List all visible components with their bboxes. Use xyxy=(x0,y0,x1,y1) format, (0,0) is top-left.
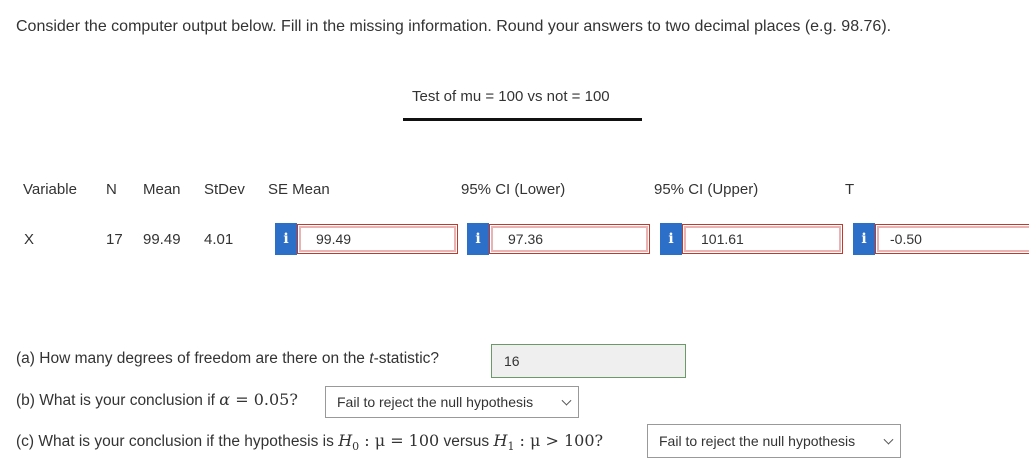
header-t: T xyxy=(845,181,855,198)
chevron-down-icon xyxy=(883,434,894,445)
header-mean: Mean xyxy=(143,181,181,198)
chevron-down-icon xyxy=(561,395,572,406)
info-icon[interactable]: i xyxy=(853,223,875,255)
answer-ci-upper: i 101.61 xyxy=(660,223,843,255)
header-n: N xyxy=(106,181,117,198)
cell-mean: 99.49 xyxy=(143,231,181,248)
info-icon[interactable]: i xyxy=(660,223,682,255)
t-input[interactable]: -0.50 xyxy=(875,224,1029,254)
answer-se-mean: i 99.49 xyxy=(275,223,458,255)
answer-ci-lower: i 97.36 xyxy=(467,223,650,255)
question-a-prefix: (a) How many degrees of freedom are ther… xyxy=(16,350,370,367)
se-mean-input[interactable]: 99.49 xyxy=(297,224,458,254)
question-b: (b) What is your conclusion if α = 0.05? xyxy=(16,390,298,410)
info-icon[interactable]: i xyxy=(467,223,489,255)
question-a-suffix: -statistic? xyxy=(373,350,440,367)
question-b-prefix: (b) What is your conclusion if xyxy=(16,392,220,409)
alpha-symbol: α xyxy=(219,390,231,409)
header-ci-lower: 95% CI (Lower) xyxy=(461,181,566,198)
ci-lower-input[interactable]: 97.36 xyxy=(489,224,650,254)
title-underline xyxy=(403,118,642,121)
question-c: (c) What is your conclusion if the hypot… xyxy=(16,431,603,453)
instructions: Consider the computer output below. Fill… xyxy=(16,18,892,35)
versus-text: versus xyxy=(439,433,494,450)
header-ci-upper: 95% CI (Upper) xyxy=(654,181,759,198)
header-variable: Variable xyxy=(23,181,77,198)
answer-t: i -0.50 xyxy=(853,223,1029,255)
conclusion-c-value: Fail to reject the null hypothesis xyxy=(659,433,856,449)
conclusion-b-value: Fail to reject the null hypothesis xyxy=(337,394,534,410)
cell-n: 17 xyxy=(106,231,123,248)
question-c-prefix: (c) What is your conclusion if the hypot… xyxy=(16,433,339,450)
conclusion-c-select[interactable]: Fail to reject the null hypothesis xyxy=(647,424,901,458)
info-icon[interactable]: i xyxy=(275,223,297,255)
ci-upper-input[interactable]: 101.61 xyxy=(682,224,843,254)
h1-statement: : μ > 100? xyxy=(514,431,604,450)
cell-stdev: 4.01 xyxy=(204,231,234,248)
df-input[interactable]: 16 xyxy=(491,344,686,378)
header-stdev: StDev xyxy=(204,181,245,198)
question-a: (a) How many degrees of freedom are ther… xyxy=(16,350,439,368)
h1-symbol: H xyxy=(493,431,508,450)
alpha-value: = 0.05? xyxy=(230,390,298,409)
cell-variable: X xyxy=(24,231,35,248)
test-title: Test of mu = 100 vs not = 100 xyxy=(412,88,610,105)
h0-statement: : μ = 100 xyxy=(359,431,440,450)
header-se-mean: SE Mean xyxy=(268,181,330,198)
conclusion-b-select[interactable]: Fail to reject the null hypothesis xyxy=(325,386,579,418)
h0-symbol: H xyxy=(338,431,353,450)
